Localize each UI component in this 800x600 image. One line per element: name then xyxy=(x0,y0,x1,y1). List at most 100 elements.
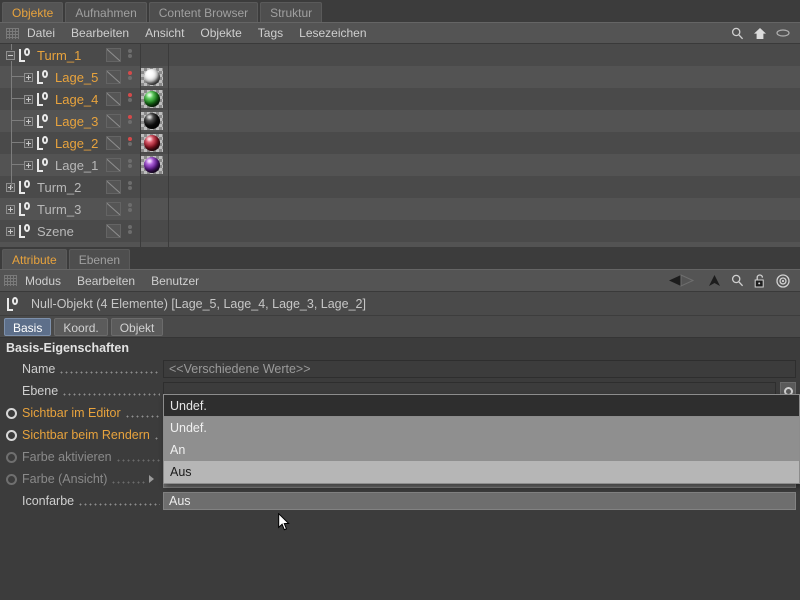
visibility-dot-red[interactable] xyxy=(127,137,132,141)
object-row[interactable]: Szene xyxy=(0,220,800,242)
visibility-dot-red[interactable] xyxy=(127,115,132,119)
target-icon[interactable] xyxy=(776,273,790,288)
subtab-basis[interactable]: Basis xyxy=(4,317,52,336)
dropdown-option-an[interactable]: An xyxy=(164,439,799,461)
visibility-dot-gray[interactable] xyxy=(127,76,132,80)
object-name[interactable]: Turm_1 xyxy=(37,48,81,63)
search-icon[interactable] xyxy=(731,274,744,287)
material-tag[interactable] xyxy=(141,156,163,174)
object-name[interactable]: Lage_4 xyxy=(55,92,98,107)
property-combo[interactable]: Aus xyxy=(163,492,796,510)
tab-aufnahmen[interactable]: Aufnahmen xyxy=(65,2,147,22)
visibility-dots[interactable] xyxy=(126,136,133,150)
expand-toggle-icon[interactable] xyxy=(6,226,15,236)
object-tree[interactable]: Turm_1 Lage_5 Lage_4 Lage_3 Lage_2 Lage_1 Turm… xyxy=(0,44,800,242)
expand-toggle-icon[interactable] xyxy=(24,94,33,104)
object-row[interactable]: Turm_3 xyxy=(0,198,800,220)
object-name[interactable]: Lage_1 xyxy=(55,158,98,173)
subtab-koord[interactable]: Koord. xyxy=(54,317,108,336)
property-marker-icon[interactable] xyxy=(6,407,17,419)
visibility-dot-gray[interactable] xyxy=(127,54,132,58)
object-tag-slot[interactable] xyxy=(106,224,121,238)
visibility-dots[interactable] xyxy=(126,224,133,238)
menu-item-bearbeiten[interactable]: Bearbeiten xyxy=(63,23,137,43)
attr-menu-item-modus[interactable]: Modus xyxy=(17,271,69,291)
menu-item-ansicht[interactable]: Ansicht xyxy=(137,23,192,43)
attr-menu-item-benutzer[interactable]: Benutzer xyxy=(143,271,207,291)
visibility-dot-gray[interactable] xyxy=(127,164,132,168)
object-row[interactable]: Lage_2 xyxy=(0,132,800,154)
object-row[interactable]: Turm_2 xyxy=(0,176,800,198)
object-name[interactable]: Lage_3 xyxy=(55,114,98,129)
tab-objekte[interactable]: Objekte xyxy=(2,2,64,22)
menu-item-objekte[interactable]: Objekte xyxy=(192,23,249,43)
object-tag-slot[interactable] xyxy=(106,92,121,106)
expand-toggle-icon[interactable] xyxy=(24,160,33,170)
object-row[interactable]: Lage_5 xyxy=(0,66,800,88)
attr-menu-item-bearbeiten[interactable]: Bearbeiten xyxy=(69,271,143,291)
object-name[interactable]: Szene xyxy=(37,224,74,239)
object-tag-slot[interactable] xyxy=(106,136,121,150)
home-icon[interactable] xyxy=(753,27,767,40)
visibility-dot-gray[interactable] xyxy=(127,186,132,190)
expand-toggle-icon[interactable] xyxy=(24,138,33,148)
visibility-dots[interactable] xyxy=(126,70,133,84)
material-tag[interactable] xyxy=(141,90,163,108)
visibility-dot-gray[interactable] xyxy=(127,225,132,229)
property-marker-icon[interactable] xyxy=(6,451,17,463)
search-icon[interactable] xyxy=(731,27,744,40)
visibility-dot-gray[interactable] xyxy=(127,159,132,163)
property-marker-icon[interactable] xyxy=(6,429,17,441)
visibility-dots[interactable] xyxy=(126,48,133,62)
object-name[interactable]: Turm_3 xyxy=(37,202,81,217)
property-marker-icon[interactable] xyxy=(6,473,17,485)
expand-toggle-icon[interactable] xyxy=(6,204,15,214)
object-row[interactable]: Turm_1 xyxy=(0,44,800,66)
object-tag-slot[interactable] xyxy=(106,114,121,128)
dropdown-option-aus[interactable]: Aus xyxy=(164,461,799,483)
visibility-dot-gray[interactable] xyxy=(127,120,132,124)
ellipse-icon[interactable] xyxy=(776,28,790,38)
visibility-dot-gray[interactable] xyxy=(127,203,132,207)
object-row[interactable]: Lage_3 xyxy=(0,110,800,132)
object-name[interactable]: Lage_2 xyxy=(55,136,98,151)
tab-ebenen[interactable]: Ebenen xyxy=(68,249,131,269)
visibility-dot-gray[interactable] xyxy=(127,142,132,146)
material-tag[interactable] xyxy=(141,112,163,130)
collapse-toggle-icon[interactable] xyxy=(6,50,15,60)
name-input[interactable]: <<Verschiedene Werte>> xyxy=(163,360,796,378)
object-row[interactable]: Lage_1 xyxy=(0,154,800,176)
subtab-objekt[interactable]: Objekt xyxy=(110,317,164,336)
visibility-dot-gray[interactable] xyxy=(127,230,132,234)
expand-toggle-icon[interactable] xyxy=(24,116,33,126)
tab-struktur[interactable]: Struktur xyxy=(260,2,323,22)
visibility-dot-gray[interactable] xyxy=(127,208,132,212)
visibility-dots[interactable] xyxy=(126,158,133,172)
object-tag-slot[interactable] xyxy=(106,70,121,84)
object-manager-panel[interactable]: Turm_1 Lage_5 Lage_4 Lage_3 Lage_2 Lage_1 Turm… xyxy=(0,44,800,247)
lock-open-icon[interactable] xyxy=(754,273,766,288)
visibility-dot-gray[interactable] xyxy=(127,49,132,53)
visibility-dots[interactable] xyxy=(126,202,133,216)
back-arrow-icon[interactable] xyxy=(668,274,698,287)
visibility-dot-gray[interactable] xyxy=(127,98,132,102)
visibility-dot-red[interactable] xyxy=(127,93,132,97)
visibility-dots[interactable] xyxy=(126,114,133,128)
up-arrow-icon[interactable] xyxy=(708,274,721,287)
attribute-menu-grip-icon[interactable] xyxy=(4,275,17,286)
object-tag-slot[interactable] xyxy=(106,202,121,216)
menu-grip-icon[interactable] xyxy=(6,27,19,39)
visibility-dot-red[interactable] xyxy=(127,71,132,75)
menu-item-tags[interactable]: Tags xyxy=(250,23,291,43)
material-tag[interactable] xyxy=(141,68,163,86)
menu-item-datei[interactable]: Datei xyxy=(19,23,63,43)
object-row[interactable]: Lage_4 xyxy=(0,88,800,110)
object-tag-slot[interactable] xyxy=(106,180,121,194)
visibility-dots[interactable] xyxy=(126,180,133,194)
tab-attribute[interactable]: Attribute xyxy=(2,249,67,269)
dropdown-option-undef[interactable]: Undef. xyxy=(164,417,799,439)
visibility-dropdown-popup[interactable]: Undef. Undef. An Aus xyxy=(163,394,800,484)
tab-content-browser[interactable]: Content Browser xyxy=(148,2,259,22)
expand-toggle-icon[interactable] xyxy=(24,72,33,82)
visibility-dot-gray[interactable] xyxy=(127,181,132,185)
